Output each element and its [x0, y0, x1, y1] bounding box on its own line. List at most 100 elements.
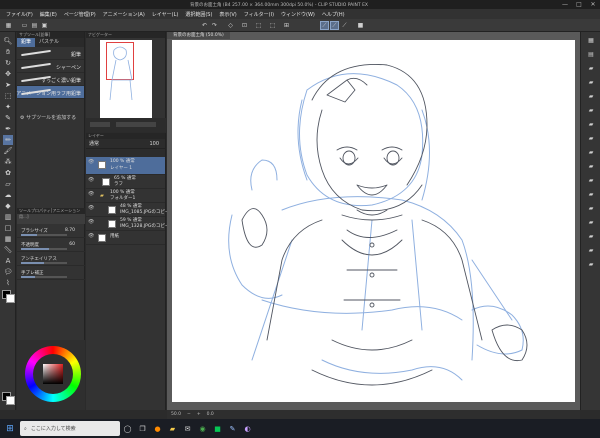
eye-icon[interactable]: 👁︎ [88, 191, 94, 197]
color-swatch-icon[interactable]: ■ [356, 21, 365, 30]
zoom-out-icon[interactable]: − [187, 412, 191, 417]
gradient-icon[interactable]: ▥ [3, 212, 13, 222]
brush-size-row[interactable]: ブラシサイズ 8.70 [17, 224, 85, 238]
folder-icon[interactable]: ▰ [586, 92, 596, 101]
menu-page[interactable]: ページ管理(P) [64, 11, 96, 18]
frame-icon[interactable]: ▦ [3, 234, 13, 244]
folder-icon[interactable]: ▰ [586, 78, 596, 87]
ruler-icon[interactable]: 📏︎ [3, 245, 13, 255]
document-tab[interactable]: 背景のお面土角 (50.0%) [167, 32, 230, 39]
clip-studio-icon[interactable]: ✎ [225, 419, 240, 438]
eyedropper-icon[interactable]: ✎ [3, 113, 13, 123]
tab-pastel[interactable]: パステル [35, 38, 63, 47]
app-icon[interactable]: ◐ [240, 419, 255, 438]
drawing-canvas[interactable] [172, 40, 575, 402]
blend-mode-select[interactable]: 通常 [89, 140, 99, 147]
folder-icon[interactable]: ▰ [586, 162, 596, 171]
invert-selection-icon[interactable]: ⬚ [268, 21, 277, 30]
eye-icon[interactable]: 👁︎ [88, 159, 94, 165]
fill-icon[interactable]: ◆ [3, 201, 13, 211]
hand-icon[interactable]: ✋︎ [3, 47, 13, 57]
decoration-icon[interactable]: ✿ [3, 168, 13, 178]
layer-row-paper[interactable]: 👁︎ 用紙 [86, 231, 165, 245]
marquee-icon[interactable]: ⬚ [3, 91, 13, 101]
windows-start-icon[interactable]: ⊞ [0, 419, 20, 438]
clear-icon[interactable]: ◇ [226, 21, 235, 30]
saturation-value-square[interactable] [43, 364, 63, 384]
eye-icon[interactable]: 👁︎ [88, 219, 94, 225]
menu-window[interactable]: ウィンドウ(W) [281, 11, 315, 18]
deselect-icon[interactable]: ⬚ [254, 21, 263, 30]
folder-icon[interactable]: ▰ [586, 106, 596, 115]
sub-color-swatch-bottom[interactable] [6, 396, 15, 405]
color-set-icon[interactable]: ▦ [586, 36, 596, 45]
layer-row[interactable]: 👁︎ 65 % 通常 ラフ [86, 175, 165, 189]
folder-icon[interactable]: ▰ [586, 64, 596, 73]
app-icon[interactable]: ▦ [4, 21, 13, 30]
prop-value[interactable]: 8.70 [65, 228, 75, 233]
balloon-icon[interactable]: 💬︎ [3, 267, 13, 277]
navigator-zoom-slider[interactable] [90, 122, 110, 127]
chrome-icon[interactable]: ◉ [195, 419, 210, 438]
snap-grid-icon[interactable]: ⟋ [340, 21, 349, 30]
maximize-button[interactable]: □ [572, 0, 586, 9]
airbrush-icon[interactable]: ⁂ [3, 157, 13, 167]
prop-slider[interactable] [21, 234, 67, 236]
rotate-icon[interactable]: ↻ [3, 58, 13, 68]
folder-icon[interactable]: ▰ [586, 218, 596, 227]
eye-icon[interactable]: 👁︎ [88, 233, 94, 239]
menu-filter[interactable]: フィルター(I) [244, 11, 274, 18]
figure-icon[interactable]: □ [3, 223, 13, 233]
menu-file[interactable]: ファイル(F) [6, 11, 33, 18]
zoom-in-icon[interactable]: + [197, 412, 201, 417]
brush-item-mechanical-pencil[interactable]: シャーペン [17, 60, 84, 73]
material-icon[interactable]: ▤ [586, 50, 596, 59]
opacity-row[interactable]: 不透明度 60 [17, 238, 85, 252]
layer-row[interactable]: 👁︎ 59 % 通常 IMG_1328.JPGのコピー [86, 217, 169, 231]
taskbar-search[interactable]: ⌕ ここに入力して検索 [20, 421, 120, 436]
blend-icon[interactable]: ☁ [3, 190, 13, 200]
folder-icon[interactable]: ▰ [586, 260, 596, 269]
layer-opacity-value[interactable]: 100 [149, 141, 159, 147]
minimize-button[interactable]: — [558, 0, 572, 9]
layer-row[interactable]: 👁︎ 48 % 通常 IMG_1085.JPGのコピー [86, 203, 169, 217]
prop-value[interactable]: 60 [69, 242, 75, 247]
save-icon[interactable]: ▣ [40, 21, 49, 30]
angle-value[interactable]: 0.0 [207, 412, 214, 417]
undo-icon[interactable]: ↶ [200, 21, 209, 30]
antialias-row[interactable]: アンチエイリアス [17, 252, 85, 266]
close-button[interactable]: ✕ [586, 0, 600, 9]
pen-icon[interactable]: ✒ [3, 124, 13, 134]
brush-icon[interactable]: 🖌︎ [3, 146, 13, 156]
brush-item-pencil[interactable]: 鉛筆 [17, 47, 84, 60]
folder-icon[interactable]: ▰ [586, 134, 596, 143]
select-arrow-icon[interactable]: ➤ [3, 80, 13, 90]
menu-view[interactable]: 表示(V) [219, 11, 236, 18]
folder-icon[interactable]: ▰ [586, 176, 596, 185]
add-sub-tool-button[interactable]: ⚙ サブツールを追加する [20, 114, 76, 121]
prop-slider[interactable] [21, 262, 67, 264]
explorer-icon[interactable]: ▰ [165, 419, 180, 438]
move-icon[interactable]: ✥ [3, 69, 13, 79]
brush-item-animation-rough[interactable]: アニメーション用ラフ用鉛筆 [16, 86, 84, 99]
task-view-icon[interactable]: ❐ [135, 419, 150, 438]
open-file-icon[interactable]: ▤ [30, 21, 39, 30]
color-wheel[interactable] [25, 346, 81, 402]
layer-row-folder[interactable]: 👁︎ ▰ 100 % 通常 フォルダー1 [86, 189, 165, 203]
cortana-icon[interactable]: ◯ [120, 419, 135, 438]
menu-help[interactable]: ヘルプ(H) [322, 11, 345, 18]
menu-layer[interactable]: レイヤー(L) [152, 11, 179, 18]
mail-icon[interactable]: ✉ [180, 419, 195, 438]
folder-icon[interactable]: ▰ [586, 232, 596, 241]
firefox-icon[interactable]: ● [150, 419, 165, 438]
correct-line-icon[interactable]: ⌇ [3, 278, 13, 288]
pencil-icon[interactable]: ✏ [3, 135, 13, 145]
folder-icon[interactable]: ▰ [586, 120, 596, 129]
snap-special-ruler-icon[interactable]: ⟋ [330, 21, 339, 30]
redo-icon[interactable]: ↷ [210, 21, 219, 30]
layer-row[interactable]: 👁︎ 100 % 通常 レイヤー 1 [86, 157, 165, 175]
prop-slider[interactable] [21, 276, 67, 278]
prop-slider[interactable] [21, 248, 67, 250]
zoom-value[interactable]: 50.0 [171, 412, 181, 417]
sub-color-swatch[interactable] [6, 294, 15, 303]
